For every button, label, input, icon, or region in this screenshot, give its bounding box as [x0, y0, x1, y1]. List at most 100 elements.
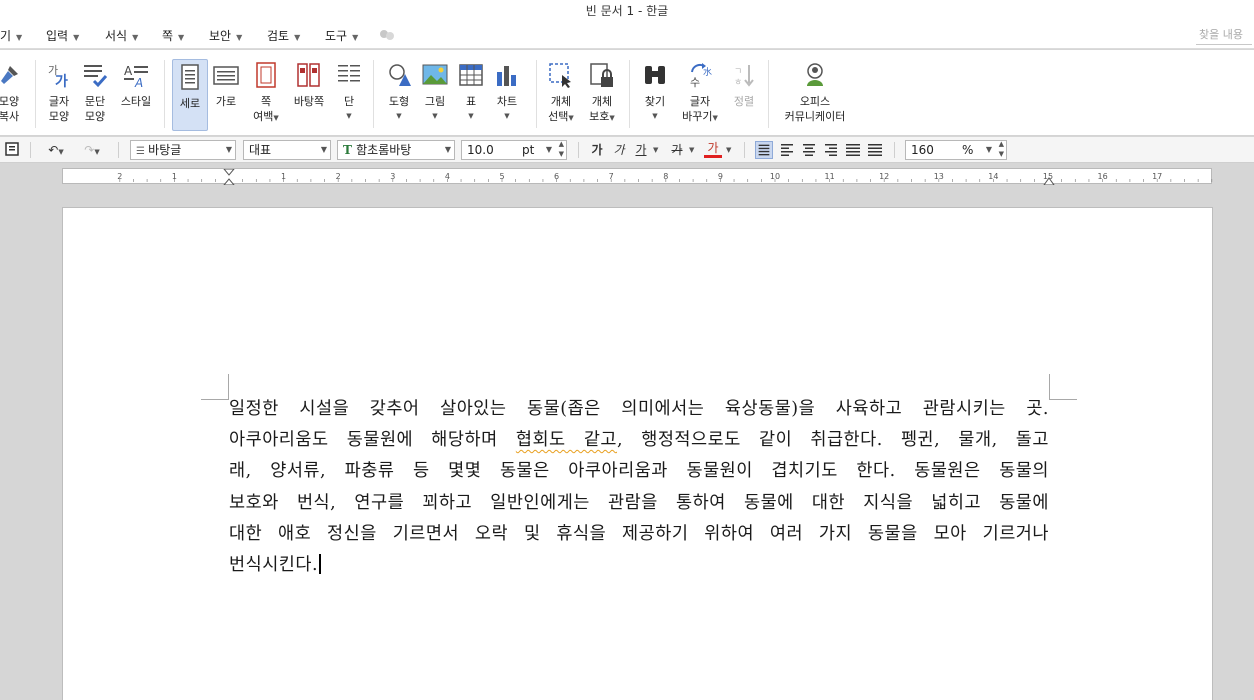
align-center-icon[interactable]: [800, 141, 818, 159]
select-object-button[interactable]: 개체 선택▼: [544, 58, 578, 132]
align-right-icon[interactable]: [822, 141, 840, 159]
style-button[interactable]: AA 스타일: [116, 58, 156, 132]
chevron-down-icon: ▼: [504, 112, 510, 120]
menu-insert[interactable]: 입력 ▼: [46, 27, 79, 44]
chevron-down-icon: ▼: [58, 148, 64, 156]
messenger-icon[interactable]: [378, 29, 396, 42]
bold-button[interactable]: 가: [588, 141, 606, 159]
font-select[interactable]: T 함초롬바탕 ▼: [337, 140, 455, 160]
button-label: 쪽: [260, 95, 272, 108]
strikethrough-button[interactable]: 가: [668, 141, 686, 159]
format-copy-button[interactable]: 모양 복사: [0, 58, 24, 132]
button-label: 커뮤니케이터: [784, 110, 846, 123]
sidebar-toggle-icon[interactable]: [5, 142, 19, 156]
font-value: 함초롬바탕: [356, 143, 412, 157]
button-label: 찾기: [644, 95, 666, 108]
separator: [373, 60, 374, 128]
button-label: 가로: [215, 95, 237, 108]
ruler-label: 1: [172, 172, 177, 181]
align-left-icon[interactable]: [778, 141, 796, 159]
button-label: 모양: [84, 110, 106, 123]
bar-chart-icon: [497, 66, 516, 86]
align-justify-icon[interactable]: [755, 141, 773, 159]
text-line: 아쿠아리움도 동물원에 해당하며 협회도 같고, 행정적으로도 같이 취급한다.…: [229, 425, 1049, 456]
menu-security[interactable]: 보안 ▼: [209, 27, 242, 44]
button-label: 스타일: [120, 95, 152, 108]
right-margin-marker-icon[interactable]: [1043, 174, 1055, 185]
picture-button[interactable]: 그림 ▼: [418, 58, 452, 132]
underline-button[interactable]: 가: [632, 141, 650, 159]
menu-label: 기: [0, 29, 12, 43]
spinner-icon[interactable]: ▲ ▼: [559, 141, 564, 159]
button-label: 선택: [548, 110, 569, 123]
chevron-down-icon: ▼: [236, 33, 243, 42]
chevron-down-icon: ▼: [94, 148, 100, 156]
brush-icon: [1, 66, 18, 84]
spinner-icon[interactable]: ▲ ▼: [999, 141, 1004, 159]
ruler-label: 2: [336, 172, 341, 181]
chevron-down-icon: ▼: [178, 33, 185, 42]
menu-page[interactable]: 쪽 ▼: [162, 27, 184, 44]
button-label: 차트: [496, 95, 518, 108]
style-select[interactable]: ☰ 바탕글 ▼: [130, 140, 236, 160]
style-value: 바탕글: [148, 143, 182, 157]
menu-format[interactable]: 서식 ▼: [105, 27, 138, 44]
landscape-button[interactable]: 가로: [210, 58, 242, 132]
lock-icon: [590, 63, 613, 87]
sort-button[interactable]: ㄱㅎ 정렬: [728, 58, 760, 132]
chart-button[interactable]: 차트 ▼: [490, 58, 524, 132]
office-communicator-button[interactable]: 오피스 커뮤니케이터: [778, 58, 852, 132]
zoom-value: 160: [911, 143, 934, 157]
redo-button[interactable]: ↷▼: [78, 141, 106, 159]
zoom-unit: %: [962, 143, 974, 157]
paragraph-icon: [84, 65, 108, 88]
ruler-label: 11: [825, 172, 835, 181]
replace-button[interactable]: 수水 글자 바꾸기▼: [678, 58, 722, 132]
split-distribute-icon[interactable]: [866, 141, 884, 159]
menu-review[interactable]: 검토 ▼: [267, 27, 300, 44]
page-margin-button[interactable]: 쪽 여백▼: [248, 58, 284, 132]
portrait-button[interactable]: 세로: [172, 59, 208, 131]
chevron-down-icon: ▼: [132, 33, 139, 42]
zoom-input[interactable]: 160% ▼ ▲ ▼: [905, 140, 1007, 160]
italic-button[interactable]: 가: [610, 141, 628, 159]
ruler-label: 10: [770, 172, 780, 181]
menu-label: 도구: [325, 29, 348, 43]
document-page[interactable]: 일정한 시설을 갖추어 살아있는 동물(좁은 의미에서는 육상동물)을 사육하고…: [62, 207, 1213, 700]
ruler-label: 17: [1152, 172, 1162, 181]
background-page-button[interactable]: 바탕쪽: [290, 58, 328, 132]
undo-button[interactable]: ↶▼: [42, 141, 70, 159]
para-shape-button[interactable]: 문단 모양: [80, 58, 110, 132]
protect-object-button[interactable]: 개체 보호▼: [584, 58, 620, 132]
chevron-down-icon[interactable]: ▼: [726, 146, 731, 154]
menu-view[interactable]: 기 ▼: [0, 27, 22, 44]
document-body[interactable]: 일정한 시설을 갖추어 살아있는 동물(좁은 의미에서는 육상동물)을 사육하고…: [229, 394, 1049, 581]
button-label: 정렬: [733, 95, 755, 108]
svg-text:A: A: [134, 76, 143, 88]
chevron-down-icon[interactable]: ▼: [653, 146, 658, 154]
indent-marker-icon[interactable]: [223, 169, 235, 185]
binoculars-icon: [645, 66, 665, 84]
char-shape-button[interactable]: 가가 글자 모양: [44, 58, 74, 132]
language-value: 대표: [249, 143, 272, 157]
chevron-down-icon[interactable]: ▼: [689, 146, 694, 154]
svg-text:ㅎ: ㅎ: [734, 78, 742, 88]
font-size-input[interactable]: 10.0 pt ▼ ▲ ▼: [461, 140, 567, 160]
table-button[interactable]: 표 ▼: [454, 58, 488, 132]
menu-tools[interactable]: 도구 ▼: [325, 27, 358, 44]
paragraph-style-icon: ☰: [136, 146, 149, 157]
find-button[interactable]: 찾기 ▼: [638, 58, 672, 132]
font-color-button[interactable]: 가: [704, 141, 722, 158]
horizontal-ruler[interactable]: 2 1 1 2 3 4 5 6 7 8 9 10 11 12 13 14 15 16 17: [62, 168, 1213, 185]
columns-button[interactable]: 단 ▼: [334, 58, 364, 132]
shapes-icon: [389, 64, 411, 86]
chevron-down-icon: ▼: [568, 114, 574, 122]
portrait-page-icon: [181, 64, 199, 90]
distribute-icon[interactable]: [844, 141, 862, 159]
page-margin-icon: [256, 62, 276, 88]
separator: [35, 60, 36, 128]
chevron-down-icon: ▼: [73, 33, 80, 42]
shapes-button[interactable]: 도형 ▼: [382, 58, 416, 132]
language-select[interactable]: 대표 ▼: [243, 140, 331, 160]
search-input[interactable]: 찾을 내용: [1196, 25, 1252, 45]
